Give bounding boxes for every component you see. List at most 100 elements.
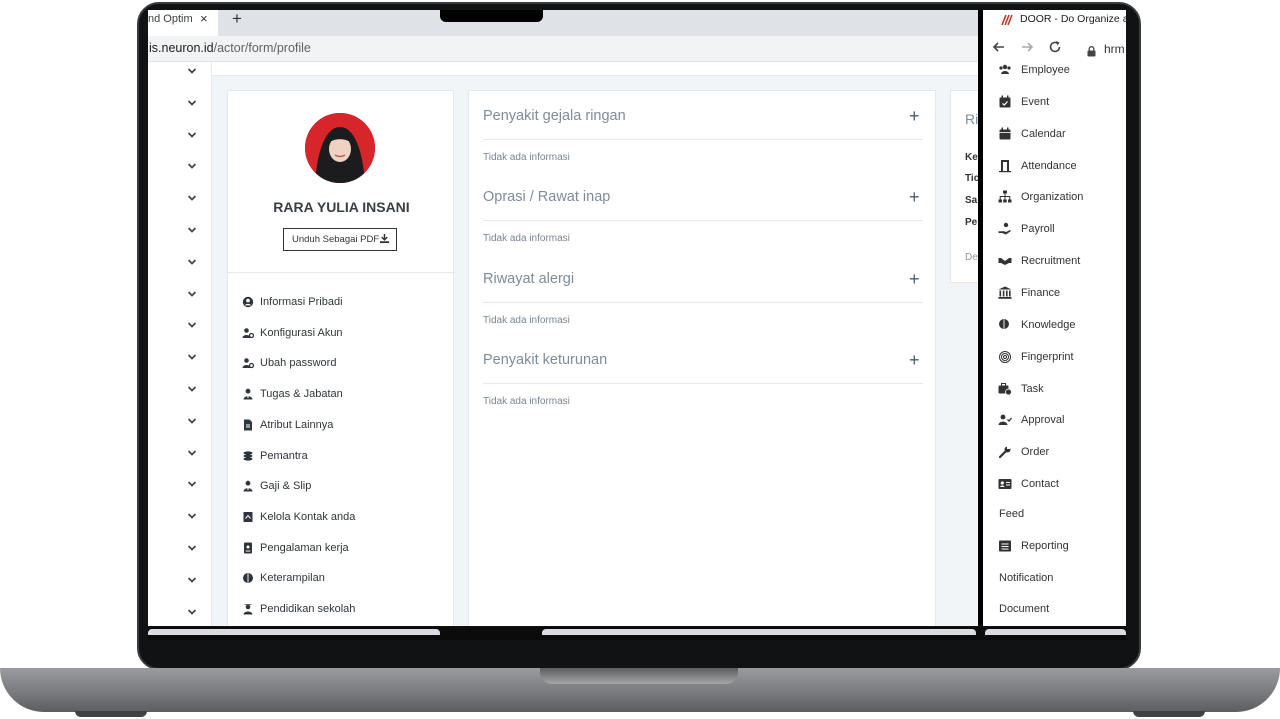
profile-menu-item[interactable]: Kelola Kontak anda [242,508,355,526]
profile-menu-item[interactable]: Konfigurasi Akun [242,324,343,342]
side-card-footer: De [965,252,978,263]
profile-menu-item[interactable]: Keterampilan [242,569,325,587]
chevron-down-icon[interactable] [187,385,199,397]
chevron-down-icon[interactable] [187,162,199,174]
download-pdf-button[interactable]: Unduh Sebagai PDF [283,228,397,251]
profile-menu-label: Pendidikan sekolah [260,603,356,615]
sidebar-item-knowledge[interactable]: Knowledge [998,316,1075,334]
sidebar-item-order[interactable]: Order [998,443,1049,461]
forward-arrow-icon[interactable] [1020,40,1034,57]
chevron-down-icon[interactable] [187,480,199,492]
profile-menu-item[interactable]: Informasi Pribadi [242,293,343,311]
sidebar-item-document[interactable]: Document [999,603,1049,615]
reload-icon[interactable] [1048,40,1062,57]
sidebar-item-finance[interactable]: Finance [998,284,1060,302]
empty-state-text: Tidak ada informasi [483,233,570,245]
profile-menu-item[interactable]: Pendidikan sekolah [242,600,355,618]
handshake-icon [998,254,1012,268]
right-active-tab[interactable]: DOOR - Do Organize a [983,10,1126,36]
users-icon [998,63,1012,77]
chevron-down-icon[interactable] [187,67,199,79]
download-pdf-label: Unduh Sebagai PDF [292,234,380,245]
profile-menu-item[interactable]: Gaji & Slip [242,477,311,495]
lock-icon [1087,44,1096,62]
sidebar-item-payroll[interactable]: Payroll [998,220,1055,238]
profile-menu-label: Informasi Pribadi [260,296,343,308]
profile-menu-label: Kelola Kontak anda [260,510,356,523]
section-divider [483,139,923,140]
profile-menu-item[interactable]: Pemantra [242,447,308,465]
chevron-down-icon[interactable] [187,290,199,302]
coins-icon [242,450,254,462]
right-url[interactable]: hrm [1104,42,1125,56]
add-section-button[interactable]: + [909,270,920,288]
chevron-down-icon[interactable] [187,512,199,524]
section-title: Riwayat alergi [483,270,575,287]
user-tie-icon [242,480,254,492]
sidebar-item-recruitment[interactable]: Recruitment [998,252,1080,270]
section-divider [483,301,923,303]
profile-menu-item[interactable]: Ubah password [242,354,336,372]
sidebar-item-organization[interactable]: Organization [998,188,1083,206]
address-path: /actor/form/profile [213,41,311,55]
chevron-down-icon[interactable] [187,576,199,588]
chevron-down-icon[interactable] [187,608,199,620]
sidebar-item-employee[interactable]: Employee [998,61,1070,79]
add-section-button[interactable]: + [909,107,920,125]
sidebar-item-label: Organization [1021,191,1084,204]
side-card-line: Ke [965,152,978,163]
sidebar-item-fingerprint[interactable]: Fingerprint [998,348,1074,366]
chevron-down-icon[interactable] [187,321,199,333]
taskbar-segment [985,629,1126,635]
profile-menu-item[interactable]: Pengalaman kerja [242,539,349,557]
chevron-down-icon[interactable] [187,544,199,556]
address-host: is.neuron.id [149,41,214,55]
sidebar-item-task[interactable]: Task [998,380,1044,398]
sidebar-item-notification[interactable]: Notification [999,572,1053,584]
tab-strip: nd Optim × + [148,10,978,36]
chevron-down-icon[interactable] [187,449,199,461]
sidebar-item-contact[interactable]: Contact [998,475,1059,493]
profile-menu-item[interactable]: Tugas & Jabatan [242,385,343,403]
address-bar[interactable]: is.neuron.id/actor/form/profile [148,36,978,62]
chevron-down-icon[interactable] [187,194,199,206]
sidebar-item-feed[interactable]: Feed [999,508,1024,520]
laptop-hinge-lip [540,668,738,684]
chevron-down-icon[interactable] [187,99,199,111]
sidebar-item-label: Reporting [1021,540,1069,552]
chevron-down-icon[interactable] [187,417,199,429]
active-tab[interactable]: nd Optim × [148,10,218,36]
file-icon [242,419,254,431]
back-arrow-icon[interactable] [992,40,1006,57]
calendar-icon [998,127,1012,141]
sidebar-item-calendar[interactable]: Calendar [998,125,1066,143]
side-card-line: Pe [965,217,978,228]
health-history-card: Penyakit gejala ringan + Tidak ada informa… [468,90,936,626]
sidebar-item-event[interactable]: Event [998,93,1049,111]
chevron-down-icon[interactable] [187,226,199,238]
sidebar-item-reporting[interactable]: Reporting [998,537,1069,555]
side-card-title: Ri [965,111,978,127]
collapsed-sidebar [148,62,212,626]
screen: nd Optim × + is.neuron.id/actor/form/pro… [148,10,1126,626]
sidebar-item-label: Knowledge [1021,318,1076,331]
profile-menu-item[interactable]: Atribut Lainnya [242,416,333,434]
empty-state-text: Tidak ada informasi [483,152,570,163]
sitemap-icon [998,190,1012,204]
new-tab-button[interactable]: + [232,10,242,29]
chevron-down-icon[interactable] [187,131,199,143]
sidebar-item-label: Payroll [1021,223,1055,236]
add-section-button[interactable]: + [909,188,920,206]
add-section-button[interactable]: + [909,351,920,369]
sidebar-item-attendance[interactable]: Attendance [998,157,1077,175]
right-navigation-bar: hrm [983,36,1126,64]
sidebar-item-label: Approval [1021,414,1065,427]
avatar [305,113,375,183]
hand-coin-icon [998,222,1012,236]
brain-icon [998,318,1012,332]
chevron-down-icon[interactable] [187,353,199,365]
sidebar-item-approval[interactable]: Approval [998,411,1064,429]
contact-book-icon [242,511,254,523]
close-tab-icon[interactable]: × [200,11,208,26]
chevron-down-icon[interactable] [187,258,199,270]
